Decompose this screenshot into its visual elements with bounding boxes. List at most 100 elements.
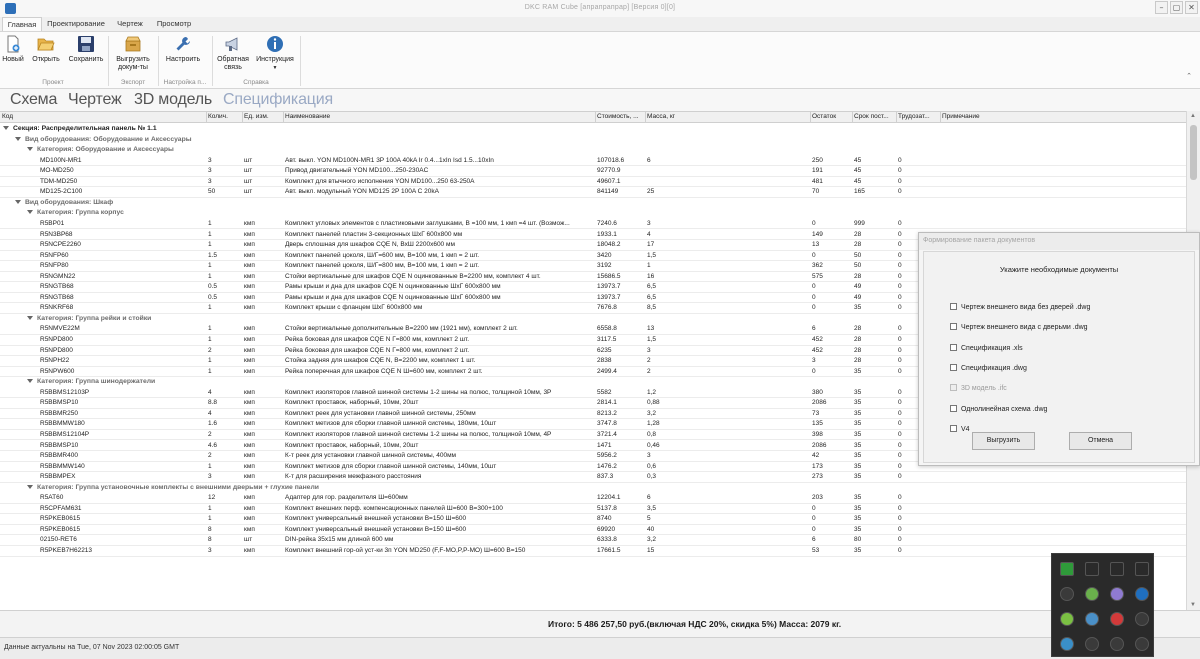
checkbox-square-icon[interactable]	[950, 303, 957, 310]
expand-chevron-down-icon[interactable]	[15, 199, 21, 204]
cell-mass: 2	[647, 367, 651, 375]
column-header-lead-time[interactable]: Срок пост...	[854, 113, 896, 120]
table-row[interactable]: MD100N-MR1 3 шт Авт. выкл. YON MD100N-MR1 3…	[0, 156, 1186, 167]
green-circle-icon[interactable]	[1060, 612, 1074, 626]
checkbox-square-icon[interactable]	[950, 404, 957, 412]
table-row[interactable]: R5CPFAM631 1 кмп Комплект внешних перф. ком…	[0, 504, 1186, 515]
ribbon-collapse-icon[interactable]: ⌃	[1186, 72, 1192, 80]
total-summary: Итого: 5 486 257,50 руб.(включая НДС 20%…	[548, 619, 842, 629]
category-row[interactable]: Категория: Оборудование и Аксессуары	[0, 145, 1186, 156]
equipment-type-row[interactable]: Вид оборудования: Шкаф	[0, 198, 1186, 209]
category-row[interactable]: Категория: Группа установочные комплекты…	[0, 483, 1186, 494]
export-documents-button[interactable]: Выгрузить докум-ты	[112, 35, 154, 72]
expand-chevron-down-icon[interactable]	[27, 147, 33, 152]
table-row[interactable]: 02150-RET6 8 шт DIN-рейка 35х15 мм длиной 6…	[0, 535, 1186, 546]
column-header-code[interactable]: Код	[2, 113, 202, 120]
section-row[interactable]: Секция: Распределительная панель № 1.1	[0, 124, 1186, 135]
document-option-checkbox[interactable]: V4	[950, 424, 970, 433]
tab-specification[interactable]: Спецификация	[223, 91, 333, 109]
expand-chevron-down-icon[interactable]	[3, 126, 9, 130]
cell-lead: 49	[854, 293, 862, 301]
speedometer-icon[interactable]	[1060, 587, 1074, 601]
teams-icon[interactable]	[1060, 637, 1074, 651]
column-header-labor[interactable]: Трудозат...	[898, 113, 940, 120]
cell-labor: 0	[898, 536, 902, 544]
column-header-name[interactable]: Наименование	[285, 113, 595, 120]
checkbox-square-icon[interactable]	[950, 363, 957, 371]
document-option-checkbox[interactable]: Однолинейная схема .dwg	[950, 404, 1047, 413]
tab-home[interactable]: Главная	[2, 17, 42, 31]
column-header-stock[interactable]: Остаток	[812, 113, 852, 120]
checkbox-square-icon[interactable]	[950, 323, 957, 331]
instruction-button[interactable]: Инструкция ▼	[254, 35, 296, 72]
document-option-checkbox[interactable]: Спецификация .xls	[950, 343, 1023, 352]
instruction-dropdown-icon[interactable]: ▼	[273, 65, 278, 71]
checkbox-square-icon[interactable]	[950, 343, 957, 351]
tab-view[interactable]: Просмотр	[152, 17, 196, 31]
document-option-checkbox[interactable]: Спецификация .dwg	[950, 363, 1027, 372]
column-header-mass[interactable]: Масса, кг	[647, 113, 807, 120]
category-row[interactable]: Категория: Группа корпус	[0, 208, 1186, 219]
red-app-icon[interactable]	[1110, 612, 1124, 626]
feather-icon[interactable]	[1110, 587, 1124, 601]
copy-icon[interactable]	[1135, 562, 1149, 576]
export-button[interactable]: Выгрузить	[972, 432, 1035, 450]
blank-square-icon-2[interactable]	[1110, 562, 1124, 576]
globe-icon[interactable]	[1085, 612, 1099, 626]
table-row[interactable]: MO-MD250 3 шт Привод двигательный YON MD100…	[0, 166, 1186, 177]
cell-name: Рейка боковая для шкафов CQE N Г=800 мм,…	[285, 346, 470, 354]
column-header-note[interactable]: Примечание	[942, 113, 1142, 120]
maximize-button[interactable]: ▢	[1170, 1, 1183, 14]
cancel-button[interactable]: Отмена	[1069, 432, 1132, 450]
wifi-icon[interactable]	[1085, 637, 1099, 651]
table-row[interactable]: R5BP01 1 кмп Комплект угловых элементов с п…	[0, 219, 1186, 230]
tab-schema[interactable]: Схема	[10, 91, 57, 109]
check-shield-icon[interactable]	[1085, 587, 1099, 601]
expand-chevron-down-icon[interactable]	[15, 136, 21, 141]
column-header-cost[interactable]: Стоимость, ...	[597, 113, 645, 120]
scroll-up-icon[interactable]: ▲	[1190, 113, 1196, 119]
blank-square-icon-1[interactable]	[1085, 562, 1099, 576]
checkbox-square-icon[interactable]	[950, 424, 957, 432]
feedback-button[interactable]: Обратная связь	[215, 35, 251, 72]
cell-qty: 1.6	[208, 420, 218, 428]
speaker-icon[interactable]	[1135, 637, 1149, 651]
cell-labor: 0	[898, 515, 902, 523]
nvidia-icon[interactable]	[1060, 562, 1074, 576]
dialog-title[interactable]: Формирование пакета документов	[919, 233, 1199, 250]
tab-drawing[interactable]: Чертеж	[110, 17, 150, 31]
column-header-qty[interactable]: Колич.	[208, 113, 242, 120]
table-row[interactable]: R5PKEB7H62213 3 кмп Комплект внешний гор-ой…	[0, 546, 1186, 557]
cell-qty: 3	[208, 167, 212, 175]
table-row[interactable]: R5PKEB0615 1 кмп Комплект универсальный вне…	[0, 514, 1186, 525]
tab-3d-model[interactable]: 3D модель	[134, 91, 212, 109]
expand-chevron-down-icon[interactable]	[27, 315, 33, 320]
save-button[interactable]: Сохранить	[67, 35, 105, 64]
equipment-type-row[interactable]: Вид оборудования: Оборудование и Аксессу…	[0, 135, 1186, 146]
minimize-button[interactable]: –	[1155, 1, 1168, 14]
expand-chevron-down-icon[interactable]	[27, 210, 33, 215]
table-row[interactable]: R5PKEB0615 8 кмп Комплект универсальный вне…	[0, 525, 1186, 536]
settings-button[interactable]: Настроить	[162, 35, 204, 64]
open-button[interactable]: Открыть	[30, 35, 62, 64]
document-option-checkbox[interactable]: Чертеж внешнего вида с дверьми .dwg	[950, 323, 1088, 331]
table-row[interactable]: MD125-2C100 50 шт Авт. выкл. модульный YON …	[0, 187, 1186, 198]
tab-design[interactable]: Проектирование	[44, 17, 108, 31]
table-row[interactable]: TDM-MD250 3 шт Комплект для втычного исполн…	[0, 177, 1186, 188]
scroll-down-icon[interactable]: ▼	[1190, 602, 1196, 608]
tab-drawing-view[interactable]: Чертеж	[68, 91, 122, 109]
new-button[interactable]: Новый	[1, 35, 25, 64]
gpu-icon[interactable]	[1110, 637, 1124, 651]
bluetooth-icon[interactable]	[1135, 612, 1149, 626]
table-row[interactable]: R5BBMPEX 3 кмп К-т для расширения межфазног…	[0, 472, 1186, 483]
close-button[interactable]: ✕	[1185, 1, 1198, 14]
system-tray-overflow	[1051, 553, 1154, 657]
cell-name: Комплект внешний гор-ой уст-ки 3п YON MD…	[285, 547, 526, 554]
scrollbar-thumb[interactable]	[1190, 125, 1197, 180]
table-row[interactable]: R5AT60 12 кмп Адаптер для гор. разделителя …	[0, 493, 1186, 504]
outlook-icon[interactable]	[1135, 587, 1149, 601]
expand-chevron-down-icon[interactable]	[27, 379, 33, 384]
document-option-checkbox[interactable]: Чертеж внешнего вида без дверей .dwg	[950, 303, 1090, 311]
expand-chevron-down-icon[interactable]	[27, 484, 33, 489]
column-header-unit[interactable]: Ед. изм.	[244, 113, 282, 120]
